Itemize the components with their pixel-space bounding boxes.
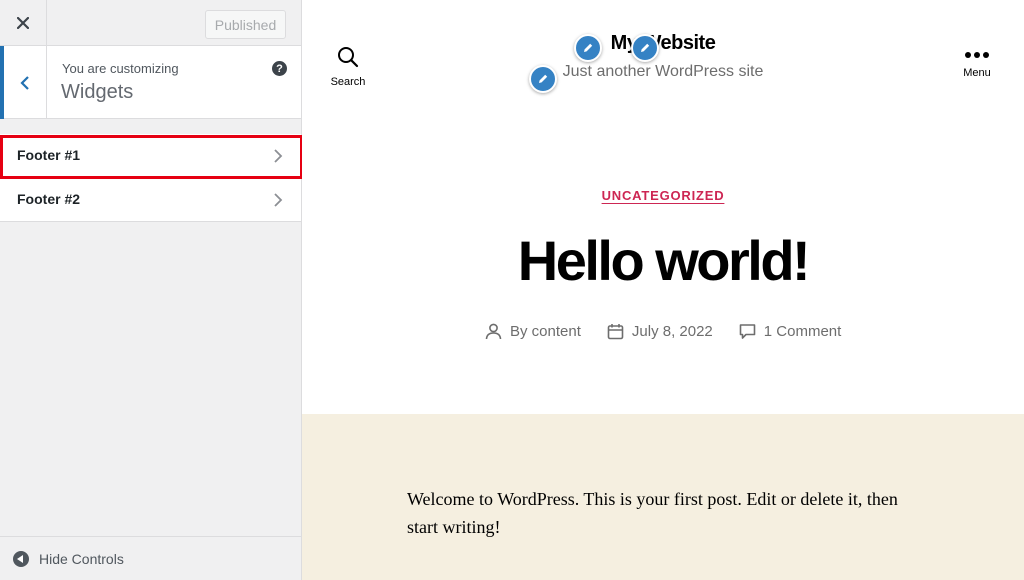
date-text: July 8, 2022 <box>631 323 713 340</box>
pencil-icon <box>641 43 650 52</box>
close-icon <box>17 17 29 29</box>
customizer-sidebar: Published You are customizing Widgets ? … <box>0 0 303 580</box>
post-meta: By content July 8, 2022 1 Comment <box>485 323 867 340</box>
section-name: Widgets <box>61 81 134 103</box>
widget-area-footer-2[interactable]: Footer #2 <box>0 178 301 222</box>
section-title-bar: You are customizing Widgets ? <box>0 46 301 119</box>
menu-toggle-button[interactable]: Menu <box>957 48 997 79</box>
category-link[interactable]: UNCATEGORIZED <box>602 188 725 203</box>
comments-text: 1 Comment <box>763 323 842 340</box>
post-author[interactable]: By content <box>485 323 581 340</box>
calendar-icon <box>607 324 624 340</box>
published-button[interactable]: Published <box>205 10 286 39</box>
widget-area-footer-1[interactable]: Footer #1 <box>0 134 301 178</box>
post-category: UNCATEGORIZED <box>302 187 1024 205</box>
pencil-icon <box>584 43 593 52</box>
collapse-arrow-icon <box>13 551 29 567</box>
hide-controls-label: Hide Controls <box>39 551 124 567</box>
widget-area-label: Footer #2 <box>17 191 81 207</box>
edit-shortcut-title[interactable] <box>574 34 602 62</box>
post-comments[interactable]: 1 Comment <box>739 323 842 340</box>
post-excerpt: Welcome to WordPress. This is your first… <box>407 489 898 537</box>
post-content: Welcome to WordPress. This is your first… <box>302 414 1024 580</box>
post-title[interactable]: Hello world! <box>302 228 1024 293</box>
customizing-label: You are customizing <box>62 61 179 76</box>
author-text: By content <box>510 323 581 340</box>
more-dots-icon <box>957 48 997 62</box>
menu-label: Menu <box>963 67 991 79</box>
comment-icon <box>739 324 756 339</box>
widget-area-label: Footer #1 <box>17 147 81 163</box>
edit-shortcut-description[interactable] <box>529 65 557 93</box>
chevron-right-icon <box>274 193 283 207</box>
post-date[interactable]: July 8, 2022 <box>607 323 713 340</box>
chevron-left-icon <box>20 75 29 90</box>
user-icon <box>485 323 502 340</box>
hide-controls-button[interactable]: Hide Controls <box>0 536 301 580</box>
customizer-header: Published <box>0 0 301 46</box>
site-preview: Search My Website Just another WordPress… <box>302 0 1024 580</box>
close-customizer-button[interactable] <box>0 0 47 46</box>
back-button[interactable] <box>0 46 47 119</box>
site-title[interactable]: My Website <box>302 32 1024 55</box>
chevron-right-icon <box>274 149 283 163</box>
pencil-icon <box>539 74 548 83</box>
edit-shortcut-title-2[interactable] <box>631 34 659 62</box>
site-description: Just another WordPress site <box>562 63 764 80</box>
help-icon[interactable]: ? <box>272 61 287 76</box>
